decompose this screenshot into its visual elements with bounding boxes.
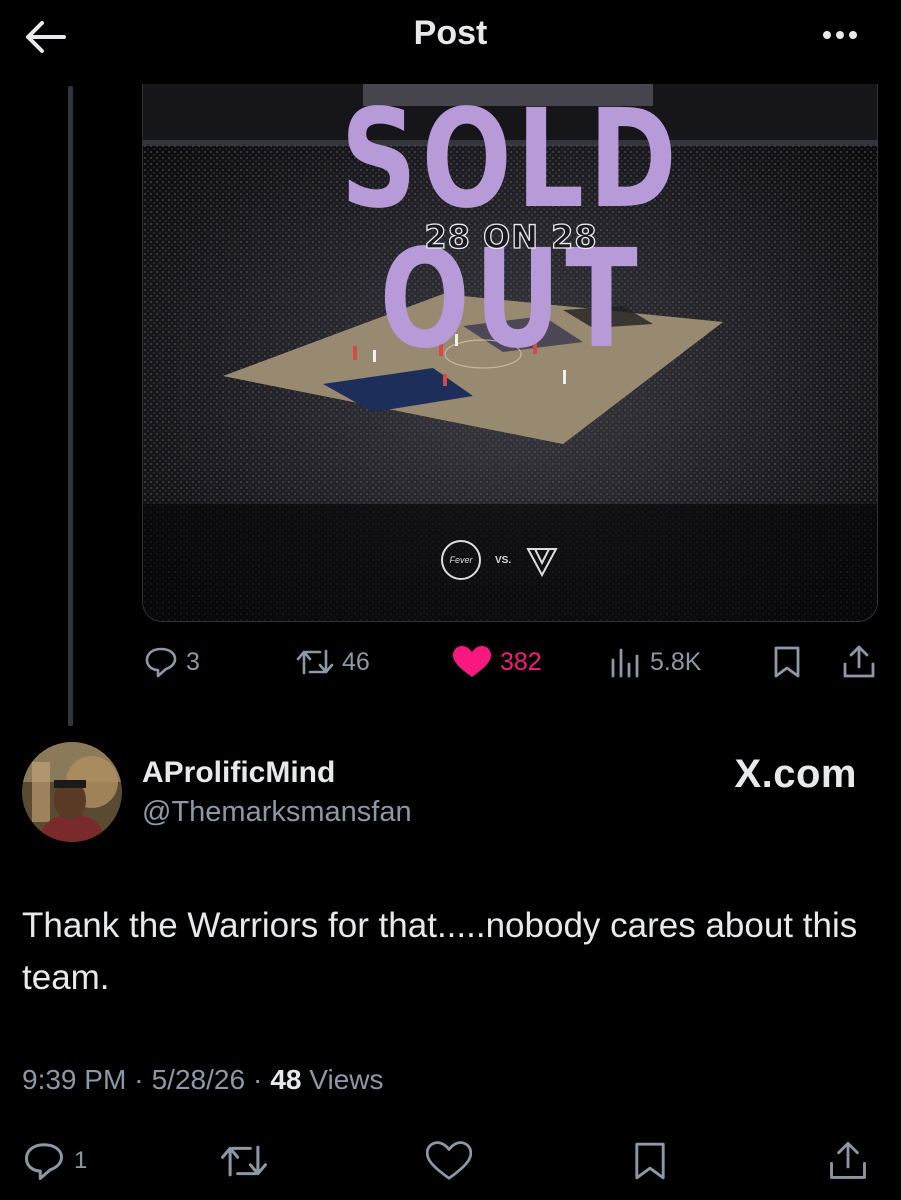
more-options-button[interactable]	[815, 20, 865, 50]
share-icon	[830, 1141, 866, 1179]
share-button[interactable]	[842, 640, 876, 684]
share-icon	[843, 645, 875, 678]
heart-outline-icon	[426, 1141, 472, 1180]
vs-label: VS.	[495, 554, 512, 566]
fever-logo-icon: Fever	[441, 540, 481, 580]
like-button[interactable]: 382	[452, 640, 542, 684]
bookmark-button[interactable]	[772, 640, 802, 684]
post-action-bar: 1	[0, 1136, 901, 1186]
repost-button[interactable]: 46	[296, 640, 370, 684]
views-button[interactable]: 5.8K	[608, 640, 701, 684]
top-bar: Post	[0, 0, 901, 72]
reply-count: 1	[74, 1147, 88, 1174]
bookmark-icon	[635, 1142, 665, 1180]
views-count: 5.8K	[650, 647, 702, 676]
avatar[interactable]	[22, 742, 122, 842]
post-views-count: 48	[270, 1064, 302, 1095]
analytics-icon	[611, 648, 639, 678]
valkyries-logo-icon	[526, 548, 558, 577]
author-handle[interactable]: @Themarksmansfan	[142, 796, 412, 829]
team-logos: Fever VS.	[441, 540, 559, 580]
reply-icon	[25, 1143, 63, 1180]
author-display-name[interactable]: AProlificMind	[142, 756, 335, 790]
quoted-post-action-bar: 3 46 382 5.8K	[142, 640, 882, 684]
profile-photo	[22, 742, 122, 842]
meta-separator: ·	[134, 1064, 144, 1095]
post-time: 9:39 PM	[22, 1064, 127, 1095]
repost-icon	[221, 1145, 267, 1177]
post-date: 5/28/26	[151, 1064, 246, 1095]
post-meta: 9:39 PM · 5/28/26 · 48 Views	[22, 1064, 383, 1096]
post-media-image[interactable]: SOLD OUT 28 ON 28 Fever VS.	[142, 84, 878, 622]
repost-icon	[296, 649, 334, 675]
more-horizontal-icon	[823, 31, 831, 39]
repost-count: 46	[342, 647, 370, 676]
reply-button[interactable]: 3	[144, 640, 200, 684]
like-count: 382	[500, 647, 542, 676]
repost-button[interactable]	[220, 1136, 268, 1186]
heart-filled-icon	[453, 646, 491, 677]
post-text: Thank the Warriors for that.....nobody c…	[22, 906, 858, 997]
reply-button[interactable]: 1	[22, 1136, 87, 1186]
meta-separator: ·	[253, 1064, 263, 1095]
bookmark-icon	[774, 646, 800, 678]
like-button[interactable]	[426, 1136, 472, 1186]
reply-count: 3	[186, 647, 200, 676]
media-subheadline: 28 ON 28	[424, 217, 598, 256]
reply-icon	[145, 647, 177, 678]
thread-connector-line	[68, 86, 73, 726]
page-title: Post	[413, 14, 488, 52]
x-watermark: X.com	[734, 752, 857, 796]
bookmark-button[interactable]	[632, 1136, 668, 1186]
share-button[interactable]	[828, 1136, 868, 1186]
post-views-label: Views	[309, 1064, 384, 1095]
